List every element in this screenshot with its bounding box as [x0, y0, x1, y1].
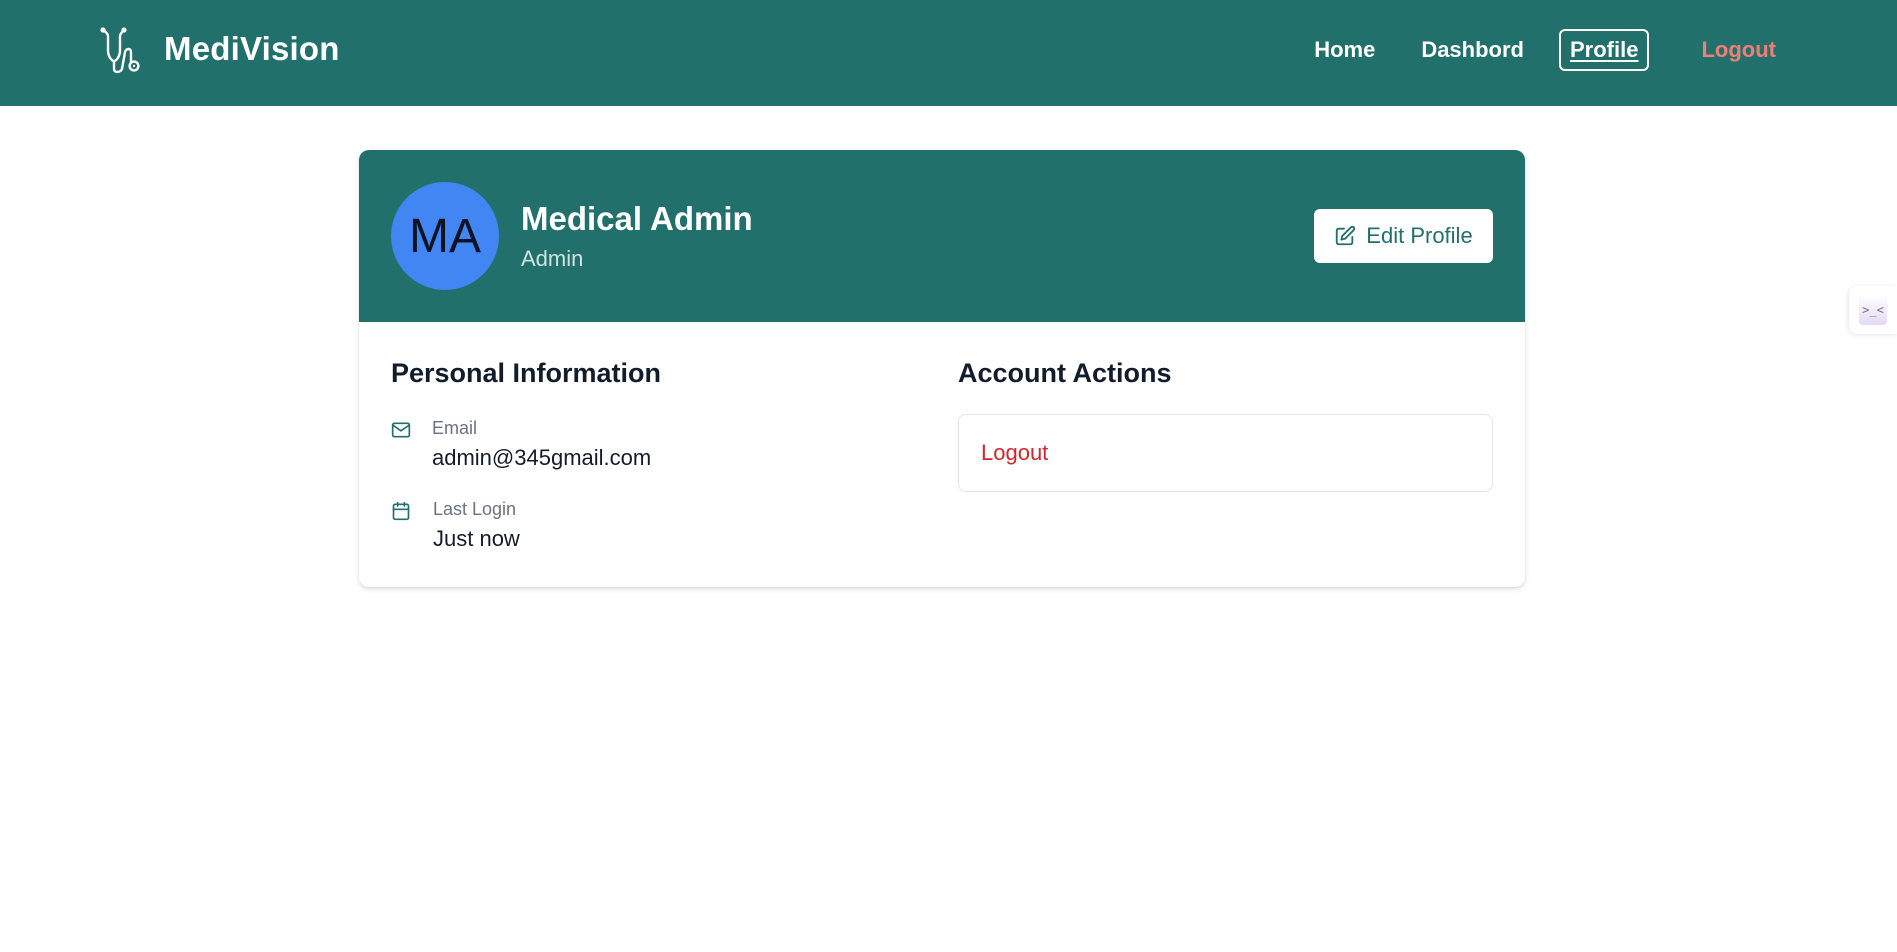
- avatar-initials: MA: [409, 209, 481, 263]
- top-navbar: MediVision Home Dashbord Profile Logout: [0, 0, 1897, 106]
- nav-home-link[interactable]: Home: [1303, 29, 1386, 71]
- user-role: Admin: [521, 246, 584, 271]
- brand[interactable]: MediVision: [98, 24, 340, 74]
- nav-links: Home Dashbord Profile Logout: [1303, 29, 1787, 71]
- edit-profile-button[interactable]: Edit Profile: [1314, 209, 1493, 263]
- email-row: Email admin@345gmail.com: [391, 418, 891, 478]
- last-login-label: Last Login: [433, 499, 517, 519]
- email-value: admin@345gmail.com: [432, 445, 652, 470]
- stethoscope-icon: [100, 27, 140, 74]
- logout-action-label: Logout: [981, 440, 1049, 465]
- nav-dashboard-link[interactable]: Dashbord: [1410, 29, 1535, 71]
- side-widget-glyph: >_<: [1862, 303, 1884, 317]
- brand-name: MediVision: [164, 30, 340, 67]
- side-widget[interactable]: >_<: [1849, 286, 1897, 334]
- last-login-row: Last Login Just now: [391, 499, 891, 559]
- extension-icon: >_<: [1859, 295, 1887, 325]
- profile-card: MA Medical Admin Admin Edit Profile Pers…: [359, 150, 1525, 587]
- account-actions-title: Account Actions: [958, 358, 1172, 388]
- email-label: Email: [432, 418, 478, 438]
- last-login-value: Just now: [433, 526, 520, 551]
- logout-action[interactable]: Logout: [958, 414, 1493, 492]
- edit-profile-label: Edit Profile: [1366, 223, 1473, 248]
- mail-icon: [391, 422, 411, 438]
- calendar-icon: [392, 501, 410, 521]
- user-name: Medical Admin: [521, 200, 753, 237]
- edit-icon: [1336, 225, 1356, 246]
- personal-info-title: Personal Information: [391, 358, 662, 388]
- nav-logout-link[interactable]: Logout: [1690, 29, 1787, 71]
- avatar: MA: [391, 182, 499, 290]
- profile-header: MA Medical Admin Admin Edit Profile: [359, 150, 1525, 322]
- nav-profile-link[interactable]: Profile: [1559, 29, 1650, 71]
